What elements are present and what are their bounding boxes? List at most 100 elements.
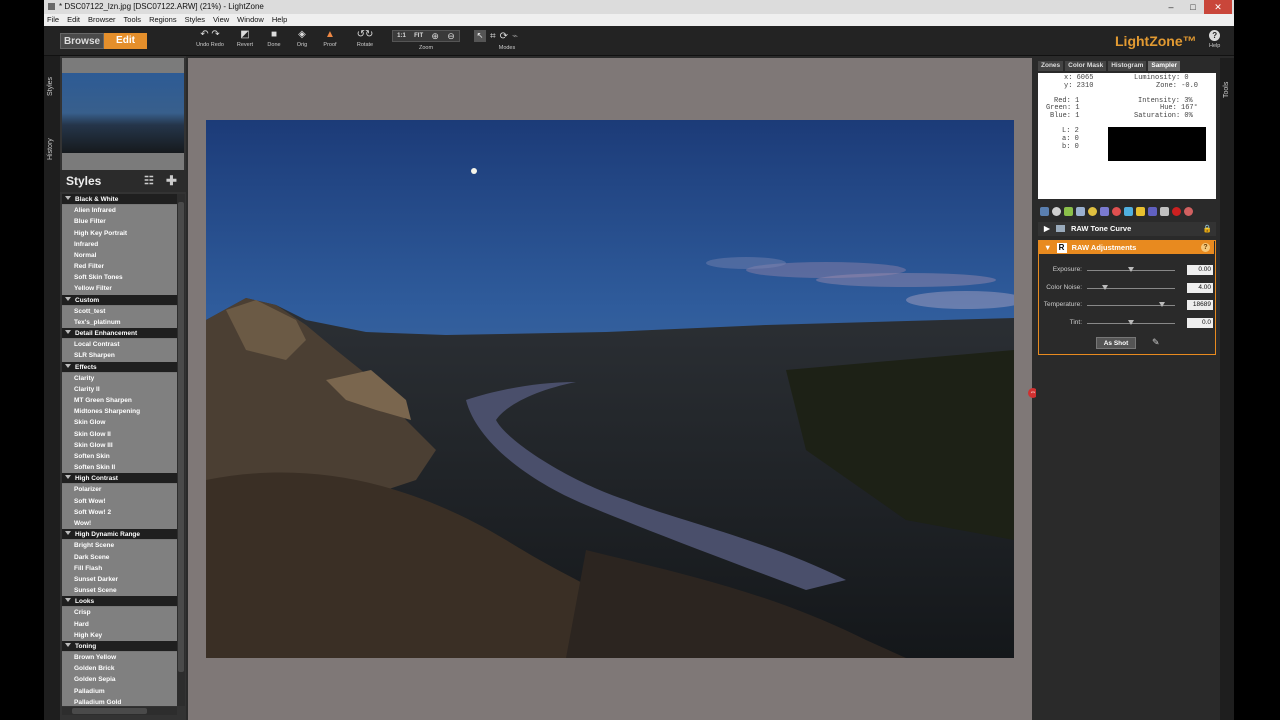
- style-item[interactable]: Palladium Gold: [62, 697, 177, 706]
- styles-vertical-scrollbar[interactable]: [177, 194, 185, 706]
- rotate-mode-icon[interactable]: ⟳: [500, 31, 508, 42]
- raw-tone-curve-tool[interactable]: ▶ RAW Tone Curve 🔒: [1038, 222, 1216, 236]
- zoom-out-icon[interactable]: ⊖: [447, 31, 455, 42]
- slider-knob[interactable]: [1128, 319, 1134, 325]
- style-item[interactable]: Blue Filter: [62, 216, 177, 227]
- slider-value-field[interactable]: 18689: [1187, 300, 1213, 310]
- zoom-in-icon[interactable]: ⊕: [431, 31, 439, 42]
- zone-mapper-icon[interactable]: [1040, 206, 1049, 216]
- tab-sampler[interactable]: Sampler: [1148, 61, 1181, 71]
- color-balance-icon[interactable]: [1088, 206, 1097, 216]
- style-item[interactable]: Scott_test: [62, 306, 177, 317]
- maximize-button[interactable]: □: [1182, 0, 1204, 14]
- style-item[interactable]: Clarity II: [62, 384, 177, 395]
- slider-knob[interactable]: [1128, 267, 1134, 272]
- style-item[interactable]: Midtones Sharpening: [62, 406, 177, 417]
- expand-arrow-icon[interactable]: ▶: [1044, 224, 1050, 233]
- as-shot-button[interactable]: As Shot: [1096, 337, 1136, 349]
- style-group-header[interactable]: High Dynamic Range: [62, 529, 177, 541]
- menu-file[interactable]: File: [47, 14, 59, 26]
- style-item[interactable]: Soft Wow!: [62, 496, 177, 507]
- slider-value-field[interactable]: 4.00: [1187, 282, 1213, 293]
- style-item[interactable]: Soft Skin Tones: [62, 272, 177, 283]
- style-item[interactable]: Local Contrast: [62, 339, 177, 350]
- style-group-header[interactable]: Custom: [62, 294, 177, 306]
- browse-button[interactable]: Browse: [60, 33, 104, 49]
- style-item[interactable]: Sunset Scene: [62, 585, 177, 596]
- style-item[interactable]: Tex's_platinum: [62, 317, 177, 328]
- proof-button[interactable]: ▲ Proof: [320, 30, 340, 49]
- scrollbar-thumb[interactable]: [72, 708, 147, 714]
- styles-horizontal-scrollbar[interactable]: [62, 707, 177, 715]
- hue-saturation-icon[interactable]: [1100, 206, 1109, 216]
- style-item[interactable]: Hard: [62, 619, 177, 630]
- blur-icon[interactable]: [1076, 206, 1085, 216]
- style-item[interactable]: High Key: [62, 630, 177, 641]
- style-item[interactable]: Yellow Filter: [62, 283, 177, 294]
- region-icon[interactable]: ⌁: [512, 31, 518, 42]
- tab-tools[interactable]: Tools: [1223, 82, 1230, 98]
- menu-window[interactable]: Window: [237, 14, 264, 26]
- tone-curve-icon[interactable]: [1052, 206, 1061, 216]
- style-item[interactable]: High Key Portrait: [62, 228, 177, 239]
- relight-icon[interactable]: [1136, 206, 1145, 216]
- group-collapse-icon[interactable]: [65, 330, 71, 335]
- style-item[interactable]: Infrared: [62, 239, 177, 250]
- slider-value-field[interactable]: 0.0: [1187, 317, 1213, 328]
- style-item[interactable]: Skin Glow II: [62, 429, 177, 440]
- minimize-button[interactable]: –: [1160, 0, 1182, 14]
- style-item[interactable]: Bright Scene: [62, 540, 177, 551]
- red-eye-icon[interactable]: [1172, 206, 1181, 216]
- sharpen-icon[interactable]: [1064, 206, 1073, 216]
- done-button[interactable]: ■ Done: [264, 30, 284, 49]
- orig-button[interactable]: ◈ Orig: [292, 30, 312, 49]
- list-options-icon[interactable]: ☷: [144, 170, 154, 192]
- style-item[interactable]: MT Green Sharpen: [62, 395, 177, 406]
- style-item[interactable]: Normal: [62, 250, 177, 261]
- tool-help-icon[interactable]: ?: [1201, 243, 1210, 252]
- style-item[interactable]: Palladium: [62, 686, 177, 697]
- group-collapse-icon[interactable]: [65, 475, 71, 480]
- add-style-icon[interactable]: ✚: [166, 170, 177, 192]
- style-group-header[interactable]: Toning: [62, 640, 177, 653]
- slider-knob[interactable]: [1101, 284, 1108, 290]
- clone-icon[interactable]: [1160, 206, 1169, 216]
- style-item[interactable]: Skin Glow: [62, 417, 177, 428]
- style-item[interactable]: Sunset Darker: [62, 574, 177, 585]
- style-group-header[interactable]: Black & White: [62, 194, 177, 206]
- group-collapse-icon[interactable]: [65, 363, 71, 368]
- style-item[interactable]: Soft Wow! 2: [62, 507, 177, 518]
- style-item[interactable]: Golden Sepia: [62, 674, 177, 685]
- tab-color-mask[interactable]: Color Mask: [1065, 61, 1107, 71]
- menu-regions[interactable]: Regions: [149, 14, 177, 26]
- tab-zones[interactable]: Zones: [1038, 61, 1064, 71]
- group-collapse-icon[interactable]: [65, 642, 71, 647]
- scrollbar-thumb[interactable]: [178, 202, 184, 672]
- group-collapse-icon[interactable]: [65, 296, 71, 301]
- slider-value-field[interactable]: 0.00: [1187, 265, 1213, 275]
- menu-styles[interactable]: Styles: [185, 14, 205, 26]
- revert-button[interactable]: ◩ Revert: [234, 30, 256, 49]
- style-item[interactable]: Brown Yellow: [62, 652, 177, 663]
- close-button[interactable]: ✕: [1204, 0, 1232, 14]
- tab-styles[interactable]: Styles: [47, 77, 54, 96]
- hi-pass-icon[interactable]: [1148, 206, 1157, 216]
- style-item[interactable]: SLR Sharpen: [62, 350, 177, 361]
- style-group-header[interactable]: Detail Enhancement: [62, 328, 177, 340]
- image-canvas[interactable]: [188, 58, 1032, 720]
- menu-browser[interactable]: Browser: [88, 14, 116, 26]
- menu-help[interactable]: Help: [272, 14, 287, 26]
- group-collapse-icon[interactable]: [65, 598, 71, 603]
- style-item[interactable]: Alien Infrared: [62, 205, 177, 216]
- zoom-1-1-button[interactable]: 1:1: [397, 33, 406, 39]
- style-item[interactable]: Polarizer: [62, 484, 177, 495]
- spot-icon[interactable]: [1184, 206, 1193, 216]
- undo-redo-button[interactable]: ↶ ↷ Undo Redo: [192, 30, 228, 49]
- white-balance-icon[interactable]: [1112, 206, 1121, 216]
- style-item[interactable]: Dark Scene: [62, 552, 177, 563]
- tab-history[interactable]: History: [47, 138, 54, 160]
- noise-reduction-icon[interactable]: [1124, 206, 1133, 216]
- style-item[interactable]: Fill Flash: [62, 563, 177, 574]
- rotate-button[interactable]: ↺↻ Rotate: [352, 30, 378, 49]
- slider-knob[interactable]: [1158, 302, 1165, 307]
